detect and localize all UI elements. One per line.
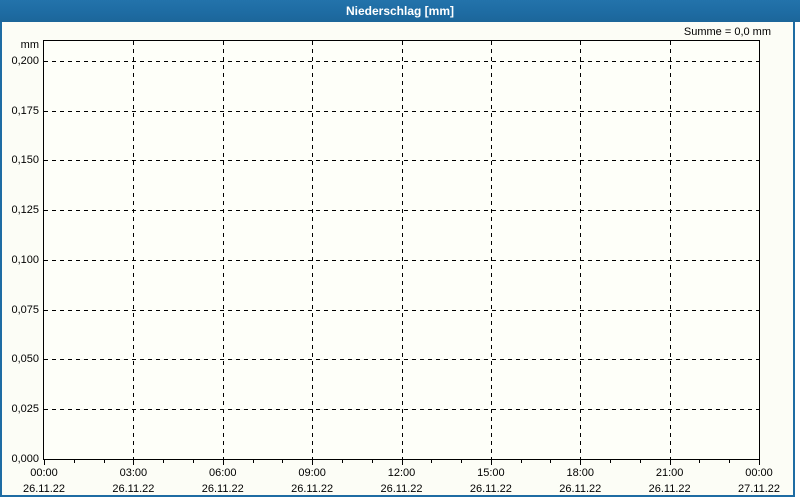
x-tick-time-label: 00:00 (745, 467, 773, 479)
x-minor-tick (550, 460, 551, 463)
x-tick-date-label: 26.11.22 (112, 483, 155, 495)
x-tick-time-label: 12:00 (387, 467, 416, 479)
y-tick-label: 0,125 (11, 204, 39, 217)
x-gridline (401, 41, 403, 459)
y-tick-label: 0,200 (11, 54, 39, 67)
plot-area (43, 40, 760, 460)
y-tick-label: 0,000 (11, 453, 39, 465)
x-tick-date-label: 26.11.22 (648, 483, 691, 495)
x-gridline (669, 41, 671, 459)
y-tick-label: 0,175 (11, 104, 39, 117)
x-minor-tick (163, 460, 164, 463)
x-minor-tick (74, 460, 75, 463)
x-minor-tick (104, 460, 105, 463)
y-tick-label: 0,150 (11, 154, 39, 167)
sum-annotation: Summe = 0,0 mm (683, 26, 771, 38)
x-major-tick (44, 460, 45, 465)
x-tick-time-label: 21:00 (655, 467, 684, 479)
x-gridline (580, 41, 582, 459)
chart-title: Niederschlag [mm] (345, 4, 455, 18)
x-tick-time-label: 09:00 (298, 467, 326, 479)
x-major-tick (491, 460, 492, 465)
x-tick-date-label: 26.11.22 (469, 483, 512, 495)
x-tick-date-label: 27.11.22 (737, 483, 780, 495)
x-major-tick (670, 460, 671, 465)
y-tick-label: 0,075 (11, 303, 39, 316)
x-major-tick (312, 460, 313, 465)
y-tick-label: 0,050 (11, 353, 39, 366)
x-gridline (312, 41, 314, 459)
x-minor-tick (342, 460, 343, 463)
y-tick-label: 0,025 (11, 403, 39, 416)
x-gridline (133, 41, 135, 459)
chart-title-bar: Niederschlag [mm] (0, 0, 800, 22)
x-minor-tick (193, 460, 194, 463)
x-minor-tick (461, 460, 462, 463)
x-minor-tick (640, 460, 641, 463)
x-minor-tick (729, 460, 730, 463)
x-minor-tick (431, 460, 432, 463)
y-tick-label: 0,100 (11, 253, 39, 266)
x-tick-date-label: 26.11.22 (22, 483, 65, 495)
x-minor-tick (610, 460, 611, 463)
x-tick-date-label: 26.11.22 (559, 483, 602, 495)
x-minor-tick (372, 460, 373, 463)
x-tick-time-label: 00:00 (30, 467, 58, 479)
x-tick-time-label: 18:00 (566, 467, 595, 479)
x-major-tick (133, 460, 134, 465)
x-minor-tick (521, 460, 522, 463)
x-minor-tick (699, 460, 700, 463)
x-gridline (222, 41, 224, 459)
x-gridline (490, 41, 492, 459)
y-axis-unit-label: mm (20, 39, 39, 51)
chart-content: Summe = 0,0 mm mm 0,000 0,025 0,050 0,075 0,… (0, 22, 795, 497)
x-major-tick (402, 460, 403, 465)
x-tick-time-label: 15:00 (477, 467, 505, 479)
x-tick-time-label: 03:00 (119, 467, 148, 479)
x-minor-tick (282, 460, 283, 463)
x-minor-tick (253, 460, 254, 463)
x-tick-date-label: 26.11.22 (291, 483, 334, 495)
x-major-tick (223, 460, 224, 465)
x-major-tick (759, 460, 760, 465)
x-tick-date-label: 26.11.22 (201, 483, 244, 495)
x-tick-date-label: 26.11.22 (380, 483, 423, 495)
x-tick-time-label: 06:00 (208, 467, 237, 479)
x-major-tick (580, 460, 581, 465)
